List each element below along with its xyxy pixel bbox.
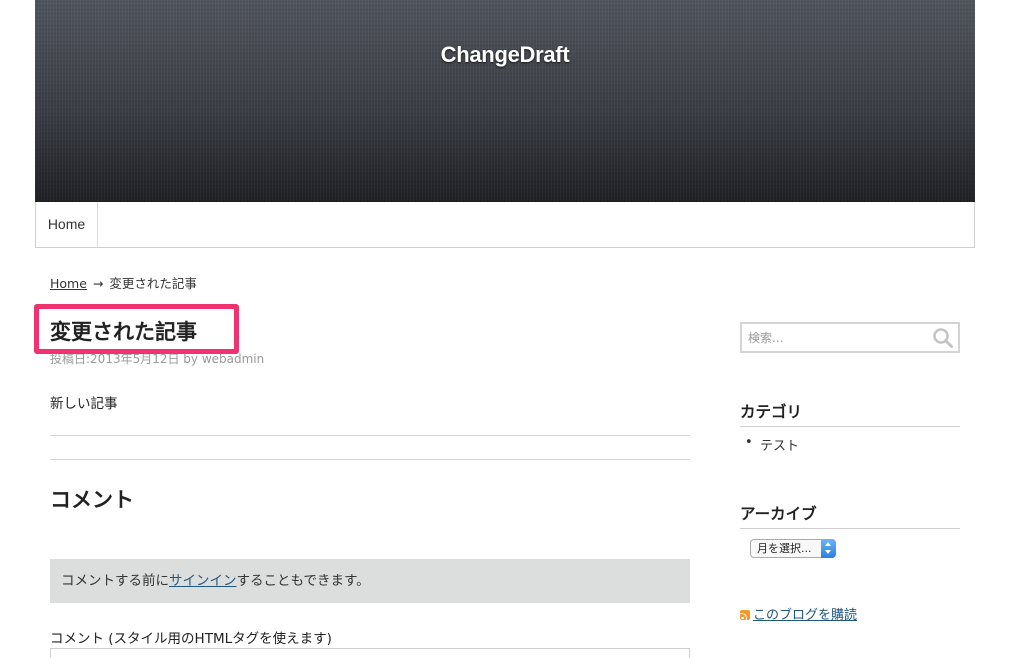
breadcrumb-current: 変更された記事 [109,276,197,291]
comment-textarea[interactable] [50,648,690,658]
category-list: テスト [745,435,799,454]
divider [50,459,690,460]
categories-widget-title: カテゴリ [740,400,960,427]
subscribe-link[interactable]: このブログを購読 [753,608,857,623]
divider [50,435,690,436]
signin-link[interactable]: サインイン [169,573,237,589]
search-icon[interactable] [932,327,954,349]
highlight-box [34,304,239,354]
breadcrumb-home-link[interactable]: Home [50,276,87,291]
main-nav: Home [35,202,975,248]
site-title[interactable]: ChangeDraft [35,42,975,68]
notice-text-after: することもできます。 [236,573,370,589]
search-input[interactable] [742,324,922,351]
archive-month-select[interactable]: 月を選択... [750,539,836,558]
search-box [740,322,960,353]
site-header: ChangeDraft [35,0,975,202]
comment-label: コメント (スタイル用のHTMLタグを使えます) [50,631,332,647]
archives-widget-title: アーカイブ [740,502,960,529]
notice-text-before: コメントする前に [61,573,169,589]
rss-icon [740,610,750,620]
select-arrows-icon [821,539,836,558]
signin-notice: コメントする前にサインインすることもできます。 [50,559,690,603]
subscribe-link-container: このブログを購読 [740,604,857,623]
category-item[interactable]: テスト [745,435,799,454]
breadcrumb: Home → 変更された記事 [50,273,197,292]
breadcrumb-arrow: → [92,276,104,291]
nav-item-home[interactable]: Home [36,202,98,247]
archive-select-value: 月を選択... [757,542,812,555]
comments-title: コメント [50,488,134,512]
category-item-label[interactable]: テスト [760,439,799,454]
post-body: 新しい記事 [50,396,118,412]
